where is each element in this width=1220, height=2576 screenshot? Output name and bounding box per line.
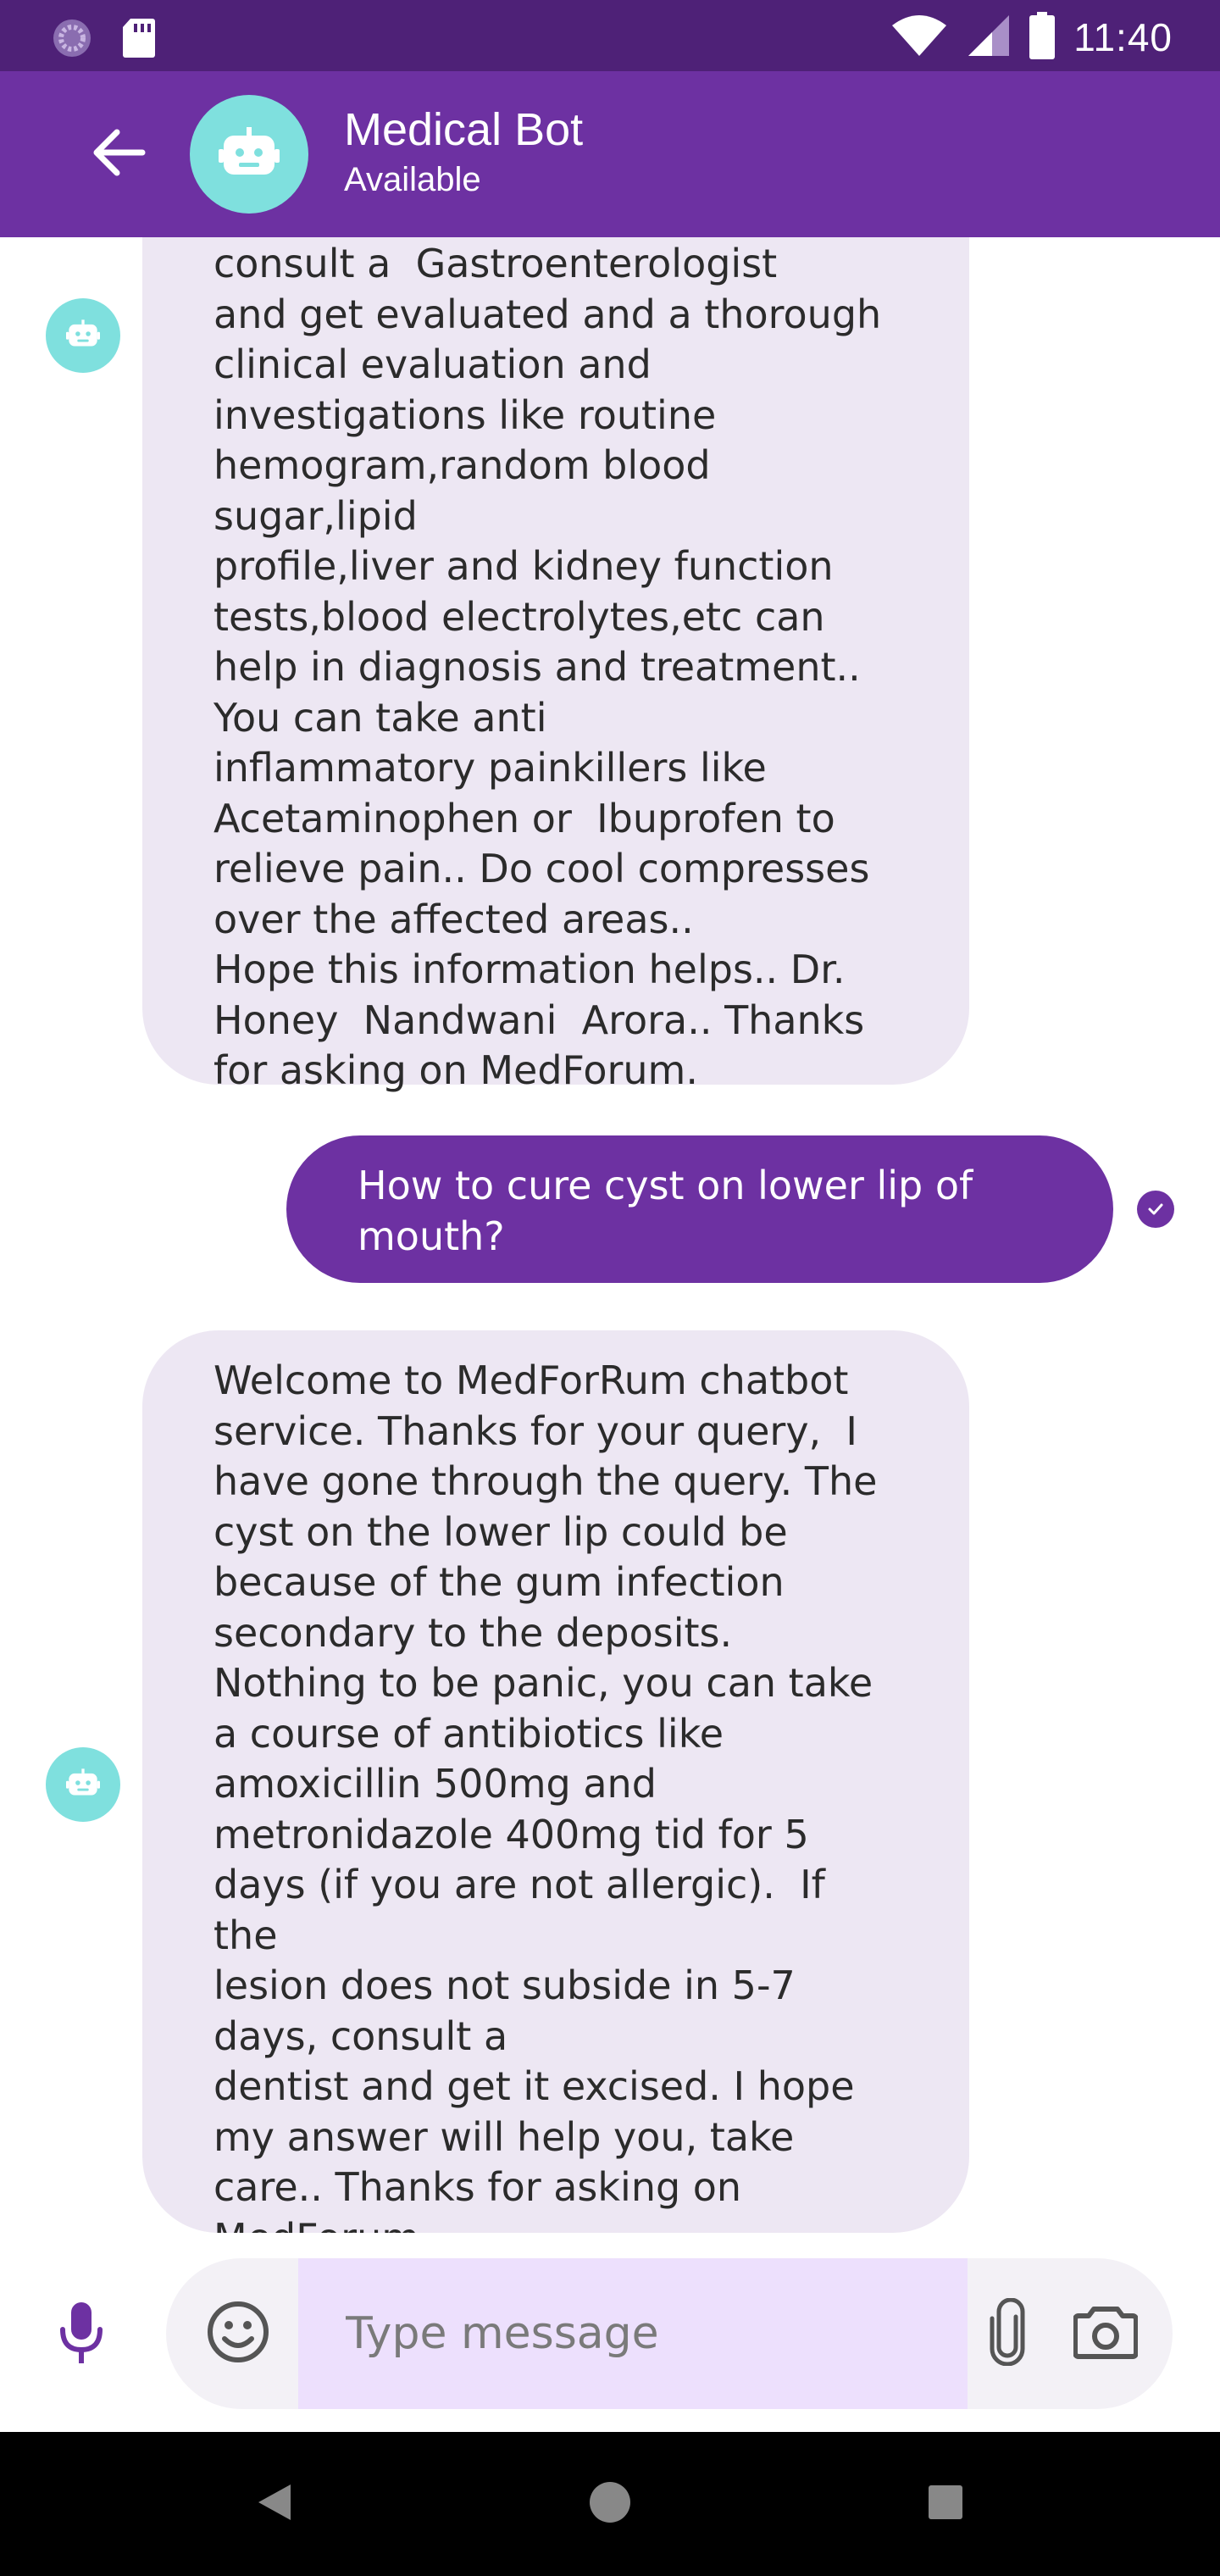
nav-back-button[interactable] (239, 2468, 310, 2540)
emoji-icon (206, 2300, 270, 2368)
read-check-icon (1137, 1191, 1174, 1228)
bot-message: consult a Gastroenterologist and get eva… (142, 237, 969, 1093)
emoji-button[interactable] (200, 2296, 276, 2372)
status-time: 11:40 (1073, 15, 1173, 59)
nav-home-icon (588, 2480, 632, 2528)
robot-icon (66, 1768, 100, 1802)
bot-avatar-small (46, 1747, 120, 1822)
system-nav-bar (0, 2432, 1220, 2576)
arrow-back-icon (92, 129, 146, 180)
nav-recents-button[interactable] (910, 2468, 981, 2540)
nav-back-icon (255, 2481, 294, 2527)
bot-name: Medical Bot (344, 104, 584, 155)
back-button[interactable] (85, 120, 152, 188)
robot-icon (219, 125, 280, 183)
microphone-button[interactable] (47, 2294, 115, 2375)
sd-card-icon (122, 17, 156, 63)
message-text: consult a Gastroenterologist and get eva… (214, 241, 882, 1093)
bot-avatar[interactable] (190, 95, 308, 214)
bot-status: Available (344, 161, 481, 198)
status-bar: 11:40 (0, 0, 1220, 71)
message-input-container (166, 2258, 1173, 2409)
status-right-icons: 11:40 (890, 12, 1173, 63)
wifi-icon (890, 14, 948, 61)
camera-button[interactable] (1068, 2296, 1144, 2372)
nav-recents-icon (927, 2484, 964, 2524)
chat-header: Medical Bot Available (0, 71, 1220, 237)
message-text: How to cure cyst on lower lip of mouth? (358, 1163, 973, 1259)
camera-icon (1073, 2304, 1139, 2363)
attach-button[interactable] (978, 2296, 1037, 2372)
user-message: How to cure cyst on lower lip of mouth? (286, 1135, 1113, 1283)
status-left-icons (51, 17, 156, 63)
attach-icon (987, 2297, 1028, 2369)
nav-home-button[interactable] (574, 2468, 646, 2540)
robot-icon (66, 319, 100, 353)
message-text: Welcome to MedForRum chatbot service. Th… (214, 1357, 878, 2233)
message-composer (0, 2233, 1220, 2432)
battery-icon (1029, 12, 1056, 63)
bot-avatar-small (46, 298, 120, 373)
cellular-signal-icon (967, 14, 1011, 61)
message-input[interactable] (298, 2258, 968, 2409)
microphone-icon (58, 2301, 105, 2368)
sync-icon (51, 17, 93, 63)
chat-messages[interactable]: consult a Gastroenterologist and get eva… (0, 237, 1220, 2233)
bot-message: Welcome to MedForRum chatbot service. Th… (142, 1330, 969, 2233)
